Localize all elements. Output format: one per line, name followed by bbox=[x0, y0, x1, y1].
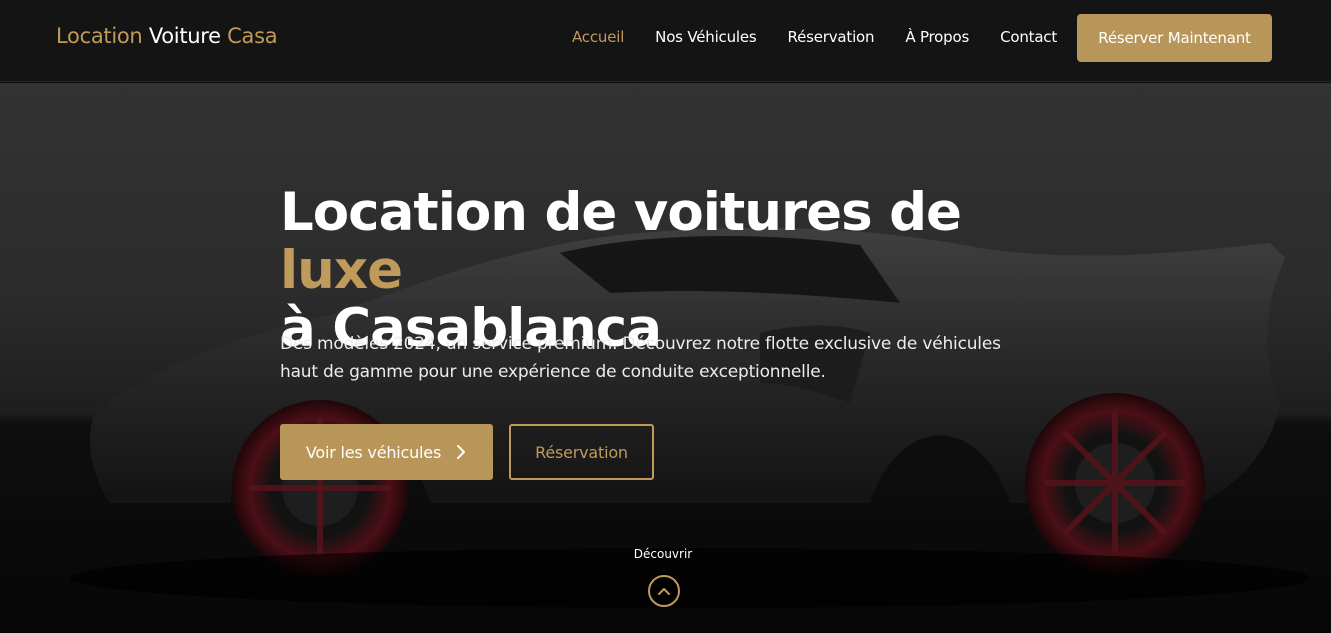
nav-item-accueil[interactable]: Accueil bbox=[572, 28, 624, 46]
nav-item-contact[interactable]: Contact bbox=[1000, 28, 1057, 46]
view-vehicles-label: Voir les véhicules bbox=[305, 442, 442, 462]
brand-part-1: Location bbox=[56, 24, 143, 48]
nav-item-reservation[interactable]: Réservation bbox=[788, 28, 875, 46]
brand-logo[interactable]: Location Voiture Casa bbox=[56, 24, 278, 48]
discover-label: Découvrir bbox=[633, 547, 693, 561]
chevron-right-icon bbox=[455, 444, 467, 460]
brand-part-2: Voiture bbox=[148, 24, 221, 48]
hero-subtitle: Des modèles 2024, un service premium. Dé… bbox=[280, 334, 1001, 382]
nav-item-vehicules[interactable]: Nos Véhicules bbox=[655, 28, 757, 46]
chevron-up-icon bbox=[657, 586, 671, 596]
brand-part-3: Casa bbox=[227, 24, 278, 48]
reserve-now-button[interactable]: Réserver Maintenant bbox=[1077, 14, 1272, 62]
nav-item-a-propos[interactable]: À Propos bbox=[905, 28, 969, 46]
hero-title-accent: luxe bbox=[280, 240, 403, 301]
main-nav: Accueil Nos Véhicules Réservation À Prop… bbox=[572, 28, 1088, 46]
discover-button[interactable] bbox=[648, 575, 680, 607]
navbar: Location Voiture Casa Accueil Nos Véhicu… bbox=[0, 0, 1331, 82]
view-vehicles-button[interactable]: Voir les véhicules bbox=[280, 424, 493, 480]
reservation-button[interactable]: Réservation bbox=[509, 424, 654, 480]
hero-title-part-1: Location de voitures de bbox=[280, 182, 962, 243]
